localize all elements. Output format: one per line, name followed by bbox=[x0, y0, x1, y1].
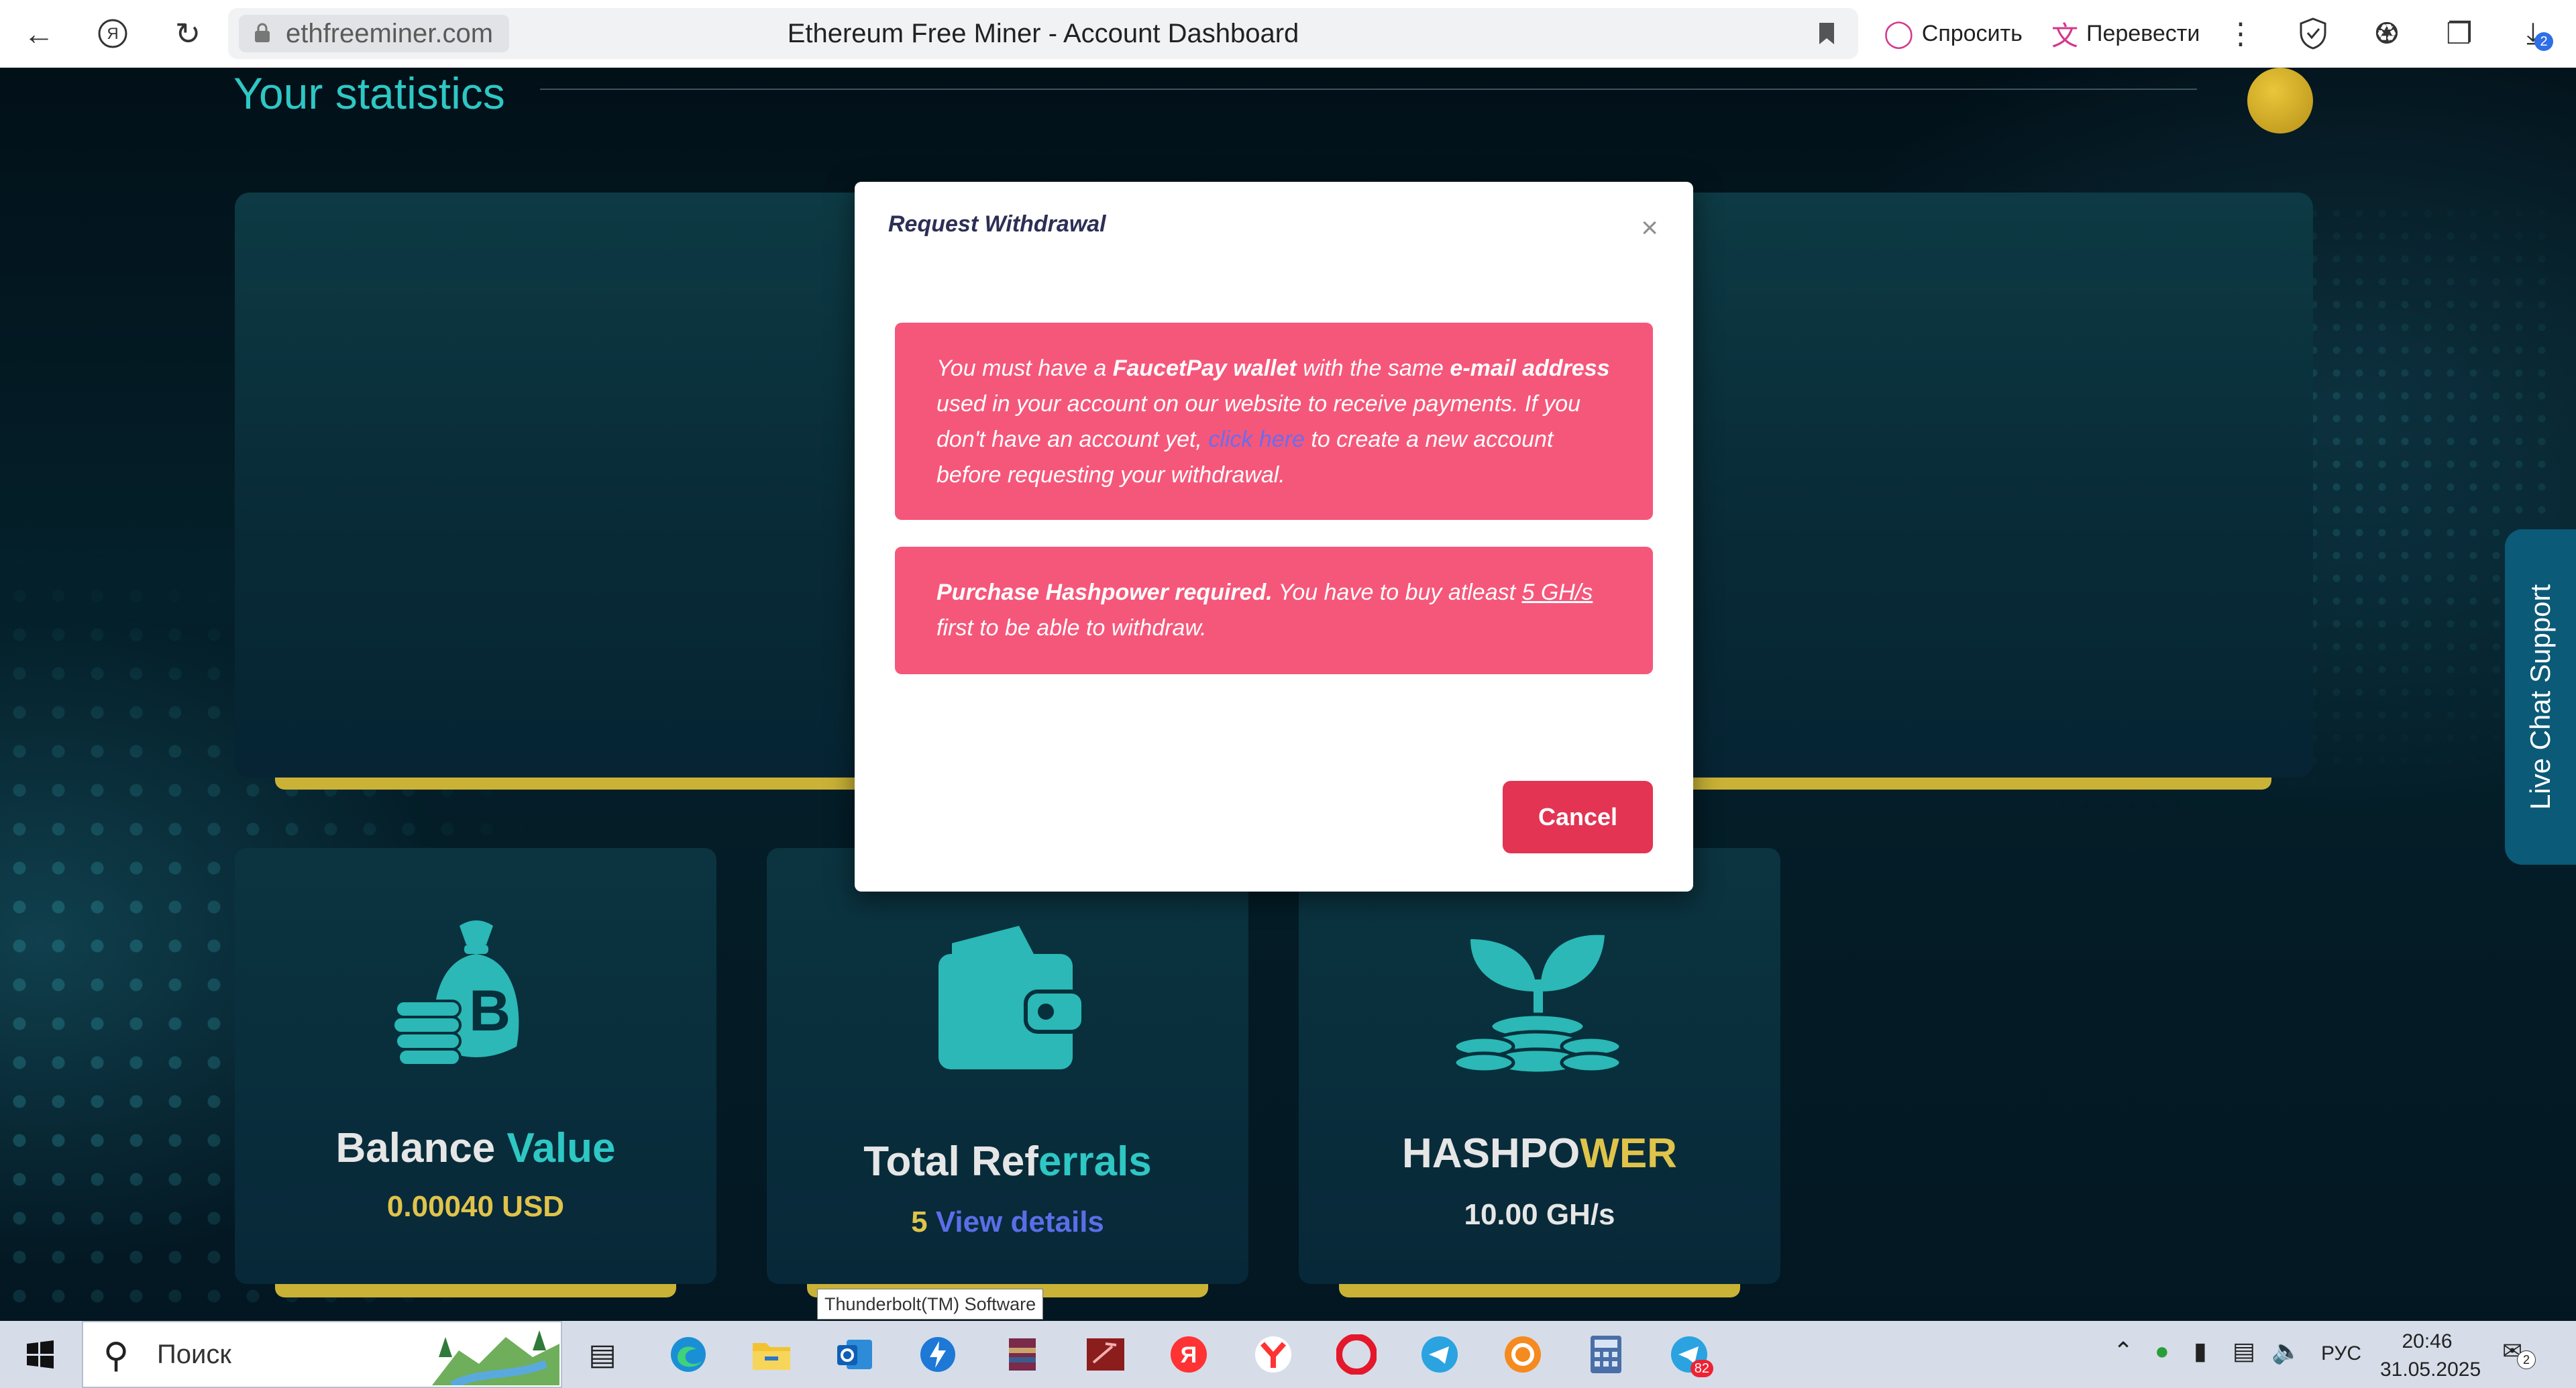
search-icon: ⚲ bbox=[103, 1336, 129, 1375]
ask-icon: ◯ bbox=[1884, 19, 1914, 48]
close-icon[interactable]: × bbox=[1641, 211, 1658, 245]
menu-dots-icon[interactable]: ⋮ bbox=[2220, 13, 2261, 54]
opera-icon[interactable] bbox=[1332, 1330, 1381, 1379]
cancel-button[interactable]: Cancel bbox=[1503, 781, 1653, 853]
taskbar-tooltip: Thunderbolt(TM) Software bbox=[817, 1289, 1044, 1320]
balance-card: B Balance Value 0.00040 USD bbox=[235, 848, 716, 1284]
balance-value: 0.00040 USD bbox=[386, 1190, 565, 1223]
task-view-icon[interactable]: ▤ bbox=[578, 1330, 627, 1379]
notifications-icon[interactable]: ✉ 2 bbox=[2502, 1337, 2536, 1369]
clock-date: 31.05.2025 bbox=[2380, 1358, 2481, 1381]
alert2-text-1: You have to buy atleast bbox=[1272, 580, 1522, 605]
referrals-card: Total Referrals 5 View details bbox=[767, 848, 1248, 1284]
windows-taskbar: ⚲ Поиск ▤ Я 82 ⌃ ● ▮ ▤ 🔈 РУС 20:46 31.05.… bbox=[0, 1321, 2576, 1388]
hashpower-title-accent: WER bbox=[1580, 1130, 1677, 1177]
search-highlight-landscape-icon bbox=[432, 1330, 559, 1385]
translate-icon: 文 bbox=[2051, 21, 2078, 51]
ask-button[interactable]: ◯ Спросить bbox=[1884, 15, 2023, 52]
edge-icon[interactable] bbox=[664, 1330, 712, 1379]
notifications-badge: 2 bbox=[2517, 1350, 2536, 1369]
telegram-icon[interactable] bbox=[1415, 1330, 1464, 1379]
live-chat-support-tab[interactable]: Live Chat Support bbox=[2505, 529, 2576, 865]
hashpower-card-accent-bar bbox=[1339, 1284, 1740, 1297]
tray-expand-icon[interactable]: ⌃ bbox=[2113, 1337, 2133, 1365]
clock-time: 20:46 bbox=[2402, 1330, 2453, 1352]
modal-title: Request Withdrawal bbox=[888, 211, 1106, 237]
hashpower-title-white: HASHPO bbox=[1402, 1130, 1580, 1177]
money-bag-bitcoin-icon: B bbox=[392, 920, 519, 1067]
alert1-text-1: You must have a bbox=[936, 356, 1113, 381]
withdrawal-modal: Request Withdrawal × You must have a Fau… bbox=[855, 182, 1693, 892]
clock[interactable]: 20:46 31.05.2025 bbox=[2380, 1328, 2481, 1384]
network-icon[interactable]: ▤ bbox=[2233, 1337, 2255, 1365]
svg-text:Я: Я bbox=[1181, 1342, 1197, 1368]
downloads-badge: 2 bbox=[2534, 32, 2553, 51]
balance-card-accent-bar bbox=[275, 1284, 676, 1297]
referrals-count: 5 bbox=[911, 1206, 928, 1238]
search-label: Поиск bbox=[157, 1339, 231, 1369]
section-title: Your statistics bbox=[233, 68, 505, 118]
balance-title-white: Balance bbox=[335, 1125, 507, 1171]
telegram-badge-icon[interactable]: 82 bbox=[1665, 1330, 1713, 1379]
shield-icon[interactable] bbox=[2293, 13, 2333, 54]
faucetpay-alert: You must have a FaucetPay wallet with th… bbox=[895, 323, 1653, 520]
taskbar-search[interactable]: ⚲ Поиск bbox=[82, 1321, 562, 1388]
balance-title: Balance Value bbox=[235, 1124, 716, 1172]
hashpower-title: HASHPOWER bbox=[1299, 1130, 1780, 1177]
reload-icon[interactable]: ↻ bbox=[169, 15, 207, 52]
ask-label: Спросить bbox=[1921, 20, 2023, 46]
volume-icon[interactable]: 🔈 bbox=[2271, 1337, 2302, 1365]
windows-start-icon[interactable] bbox=[16, 1330, 64, 1379]
alert1-bold-1: FaucetPay wallet bbox=[1112, 356, 1297, 381]
battery-icon[interactable]: ▮ bbox=[2194, 1337, 2207, 1365]
back-arrow-icon[interactable]: ← bbox=[20, 15, 58, 52]
view-details-link[interactable]: View details bbox=[936, 1206, 1104, 1238]
translate-label: Перевести bbox=[2086, 20, 2200, 46]
alert1-text-2: with the same bbox=[1296, 356, 1450, 381]
translate-button[interactable]: 文 Перевести bbox=[2051, 15, 2200, 52]
page-title: Ethereum Free Miner - Account Dashboard bbox=[787, 18, 1299, 48]
referrals-value: 5 View details bbox=[767, 1206, 1248, 1239]
hashpower-value: 10.00 GH/s bbox=[1464, 1198, 1615, 1231]
referrals-title-white: Total Ref bbox=[863, 1138, 1038, 1185]
alert1-bold-2: e-mail address bbox=[1450, 356, 1610, 381]
extensions-icon[interactable]: ♼ bbox=[2367, 13, 2407, 54]
referrals-title-accent: errals bbox=[1038, 1138, 1152, 1185]
bookmark-icon[interactable] bbox=[1818, 21, 1835, 46]
plant-coins-icon bbox=[1452, 935, 1623, 1075]
click-here-link[interactable]: click here bbox=[1208, 427, 1305, 452]
file-explorer-icon[interactable] bbox=[747, 1330, 796, 1379]
downloads-icon[interactable]: ⤓ 2 bbox=[2513, 13, 2553, 54]
hashpower-required-alert: Purchase Hashpower required. You have to… bbox=[895, 547, 1653, 674]
thunderbolt-icon[interactable] bbox=[914, 1330, 962, 1379]
wallet-icon bbox=[938, 926, 1085, 1069]
telegram-badge: 82 bbox=[1690, 1360, 1713, 1377]
calculator-icon[interactable] bbox=[1582, 1330, 1630, 1379]
winrar-icon[interactable] bbox=[998, 1330, 1046, 1379]
collections-icon[interactable]: ❐ bbox=[2439, 13, 2479, 54]
yandex-browser-icon[interactable]: Я bbox=[1165, 1330, 1213, 1379]
outlook-icon[interactable] bbox=[830, 1330, 879, 1379]
buy-hashpower-link[interactable]: 5 GH/s bbox=[1522, 580, 1593, 605]
yandex-icon[interactable]: Я bbox=[94, 15, 131, 52]
tray-app-icon[interactable]: ● bbox=[2155, 1337, 2169, 1365]
alert2-bold: Purchase Hashpower required. bbox=[936, 580, 1273, 605]
alert2-text-2: first to be able to withdraw. bbox=[936, 615, 1207, 641]
svg-text:Я: Я bbox=[107, 25, 118, 43]
hashpower-card: HASHPOWER 10.00 GH/s bbox=[1299, 848, 1780, 1284]
gold-coin-decoration bbox=[2247, 68, 2313, 134]
app-red-icon[interactable] bbox=[1081, 1330, 1130, 1379]
section-divider bbox=[540, 89, 2197, 90]
dashboard-page: Your statistics B Balance Value 0.00040 … bbox=[0, 68, 2576, 1321]
yandex-y-icon[interactable] bbox=[1249, 1330, 1297, 1379]
balance-title-accent: Value bbox=[506, 1125, 616, 1171]
referrals-title: Total Referrals bbox=[767, 1138, 1248, 1185]
language-indicator[interactable]: РУС bbox=[2321, 1342, 2361, 1365]
coin-app-icon[interactable] bbox=[1499, 1330, 1547, 1379]
svg-text:B: B bbox=[469, 979, 511, 1043]
browser-toolbar: ← Я ↻ ethfreeminer.com Ethereum Free Min… bbox=[0, 0, 2576, 68]
address-bar[interactable]: ethfreeminer.com Ethereum Free Miner - A… bbox=[228, 8, 1858, 59]
live-chat-label: Live Chat Support bbox=[2524, 584, 2556, 810]
